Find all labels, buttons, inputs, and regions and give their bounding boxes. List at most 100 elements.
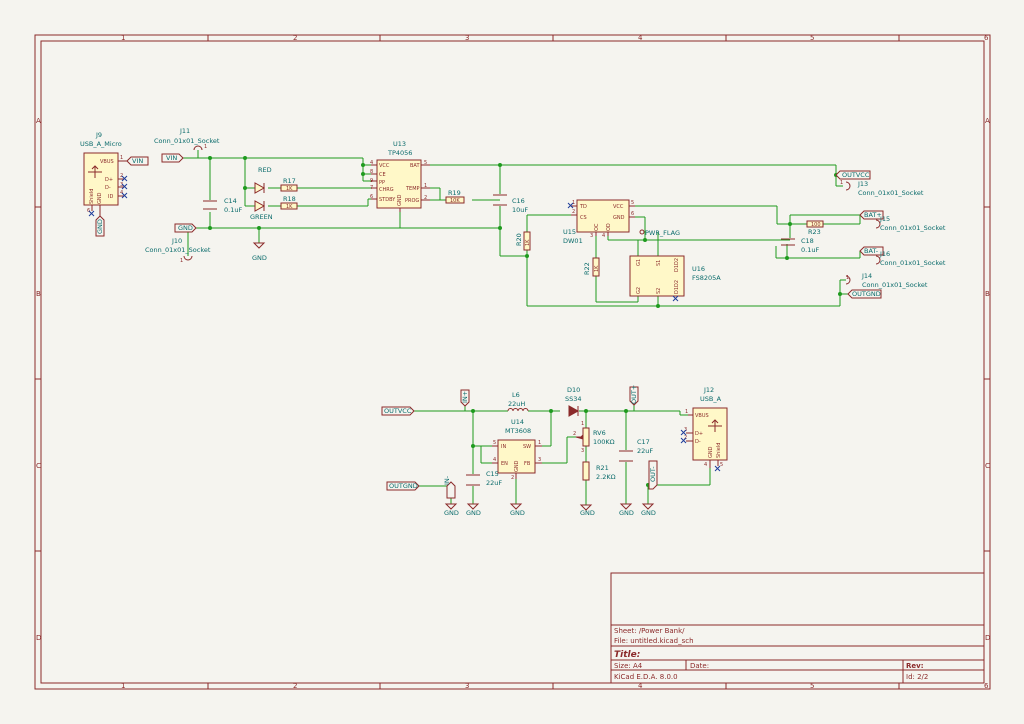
j12-num-1: 1 bbox=[685, 409, 688, 415]
j9-pin-dp: D+ bbox=[105, 177, 113, 183]
r18-value: 1K bbox=[286, 204, 293, 210]
j9-usb-micro-connector: J9 USB_A_Micro VBUS D+ D- ID GND Shield … bbox=[80, 131, 128, 217]
zone-col-6: 6 bbox=[984, 34, 989, 42]
zone-row-b-right: B bbox=[985, 290, 990, 298]
global-label-in-plus: IN+ bbox=[460, 389, 470, 407]
r19-ref: R19 bbox=[448, 189, 461, 197]
r19-value: 10K bbox=[450, 198, 460, 204]
r20-ref: R20 bbox=[515, 233, 523, 246]
global-label-out-plus: OUT+ bbox=[629, 385, 639, 406]
gnd-text-3: GND bbox=[510, 509, 525, 517]
j15-value: Conn_01x01_Socket bbox=[880, 224, 946, 232]
r23-resistor: 100 R23 bbox=[806, 220, 824, 236]
u15-dw01: TD CS VCC GND OC OD 1 2 5 6 3 4 U15 DW01 bbox=[563, 199, 635, 245]
u13-ref: U13 bbox=[393, 140, 406, 148]
r20-value: 1K bbox=[525, 239, 531, 246]
j12-num-5: 5 bbox=[720, 462, 723, 468]
j10-value: Conn_01x01_Socket bbox=[145, 246, 211, 254]
j14-ref: J14 bbox=[861, 272, 872, 280]
zone-row-a-right: A bbox=[985, 117, 990, 125]
u13-pin-pp: PP bbox=[379, 180, 385, 186]
u15-pin-vcc: VCC bbox=[613, 204, 624, 210]
r23-ref: R23 bbox=[808, 228, 821, 236]
j12-value: USB_A bbox=[700, 395, 722, 403]
j16-ref: J16 bbox=[879, 250, 890, 258]
j12-num-4: 4 bbox=[704, 462, 707, 468]
gnd-text-1: GND bbox=[444, 509, 459, 517]
in-plus-label: IN+ bbox=[461, 391, 469, 403]
c16-value: 10uF bbox=[512, 206, 528, 214]
u14-num-1: 1 bbox=[538, 440, 541, 446]
j14-pin: 1 bbox=[846, 275, 849, 281]
u14-pin-fb: FB bbox=[524, 461, 531, 467]
u16-pin-s1: S1 bbox=[656, 260, 662, 266]
outgnd-boost-label: OUTGND bbox=[389, 482, 418, 490]
u13-pin-bat: BAT bbox=[410, 163, 420, 169]
r21-value: 2.2KΩ bbox=[596, 473, 616, 481]
u15-num-3: 3 bbox=[590, 233, 593, 239]
u15-pin-gnd: GND bbox=[613, 215, 625, 221]
r21-resistor: R21 2.2KΩ bbox=[582, 461, 616, 481]
j12-pin-vbus: VBUS bbox=[695, 413, 709, 419]
bat-minus-label: BAT- bbox=[864, 247, 879, 255]
u15-num-6: 6 bbox=[631, 211, 634, 217]
c15-ref: C15 bbox=[486, 470, 499, 478]
gnd-label: GND bbox=[178, 224, 193, 232]
zone-col-5: 5 bbox=[810, 34, 814, 42]
l6-inductor: L6 22uH bbox=[507, 391, 529, 412]
in-minus-label: IN- bbox=[443, 475, 451, 485]
j9-ref: J9 bbox=[95, 131, 102, 139]
title-field: Title: bbox=[614, 650, 640, 660]
c14-ref: C14 bbox=[224, 197, 237, 205]
size-field: Size: A4 bbox=[614, 662, 643, 670]
drawing-frame: 1 2 3 4 5 6 1 2 3 4 5 6 A B C D A B C D bbox=[34, 34, 991, 690]
id-field: Id: 2/2 bbox=[906, 673, 928, 681]
u13-num-6: 6 bbox=[370, 194, 373, 200]
u13-num-8: 8 bbox=[370, 169, 373, 175]
global-label-outvcc-boost: OUTVCC bbox=[381, 406, 415, 416]
r18-resistor: R18 1K bbox=[280, 195, 298, 210]
j9-pin-dm: D- bbox=[105, 185, 111, 191]
rv6-num-3: 3 bbox=[581, 448, 584, 454]
u13-num-5: 5 bbox=[424, 160, 427, 166]
tool-field: KiCad E.D.A. 8.0.0 bbox=[614, 673, 678, 681]
outgnd-label: OUTGND bbox=[852, 290, 881, 298]
out-minus-label: OUT- bbox=[649, 466, 657, 482]
c17-ref: C17 bbox=[637, 438, 650, 446]
j9-pin-vbus: VBUS bbox=[100, 159, 114, 165]
j11-value: Conn_01x01_Socket bbox=[154, 137, 220, 145]
u13-pin-prog: PROG bbox=[405, 198, 419, 204]
rv6-value: 100KΩ bbox=[593, 438, 615, 446]
rv6-ref: RV6 bbox=[593, 429, 606, 437]
global-label-outgnd: OUTGND bbox=[847, 289, 882, 299]
u16-pin-g2: G2 bbox=[636, 287, 642, 294]
r21-ref: R21 bbox=[596, 464, 609, 472]
j9-num-2: 2 bbox=[120, 173, 123, 179]
u15-num-5: 5 bbox=[631, 200, 634, 206]
u15-pin-cs: CS bbox=[580, 215, 587, 221]
u14-num-4: 4 bbox=[493, 457, 496, 463]
c14-value: 0.1uF bbox=[224, 206, 242, 214]
c14-capacitor: C14 0.1uF bbox=[203, 197, 242, 214]
u13-pin-chrg: CHRG bbox=[379, 187, 394, 193]
c15-value: 22uF bbox=[486, 479, 502, 487]
u15-value: DW01 bbox=[563, 237, 583, 245]
d10-value: SS34 bbox=[565, 395, 582, 403]
global-label-outvcc: OUTVCC bbox=[835, 170, 871, 180]
c16-capacitor: C16 10uF bbox=[493, 194, 528, 214]
outvcc-label: OUTVCC bbox=[842, 171, 870, 179]
u14-mt3608: U14 MT3608 IN SW EN FB GND 5 1 4 3 2 bbox=[492, 418, 542, 481]
j10-pin: 1 bbox=[180, 258, 183, 264]
j12-ref: J12 bbox=[703, 386, 714, 394]
u15-pin-oc: OC bbox=[594, 223, 600, 231]
r17-value: 1K bbox=[286, 186, 293, 192]
u14-num-3: 3 bbox=[538, 457, 541, 463]
global-label-outgnd-boost: OUTGND bbox=[386, 481, 420, 491]
u15-num-4: 4 bbox=[602, 233, 605, 239]
u14-pin-in: IN bbox=[501, 444, 506, 450]
j10-connector: J10 Conn_01x01_Socket 1 bbox=[145, 237, 211, 264]
vin-label: VIN bbox=[166, 154, 177, 162]
u15-ref: U15 bbox=[563, 228, 576, 236]
u16-value: FS8205A bbox=[692, 274, 721, 282]
u13-num-7: 7 bbox=[370, 185, 373, 191]
